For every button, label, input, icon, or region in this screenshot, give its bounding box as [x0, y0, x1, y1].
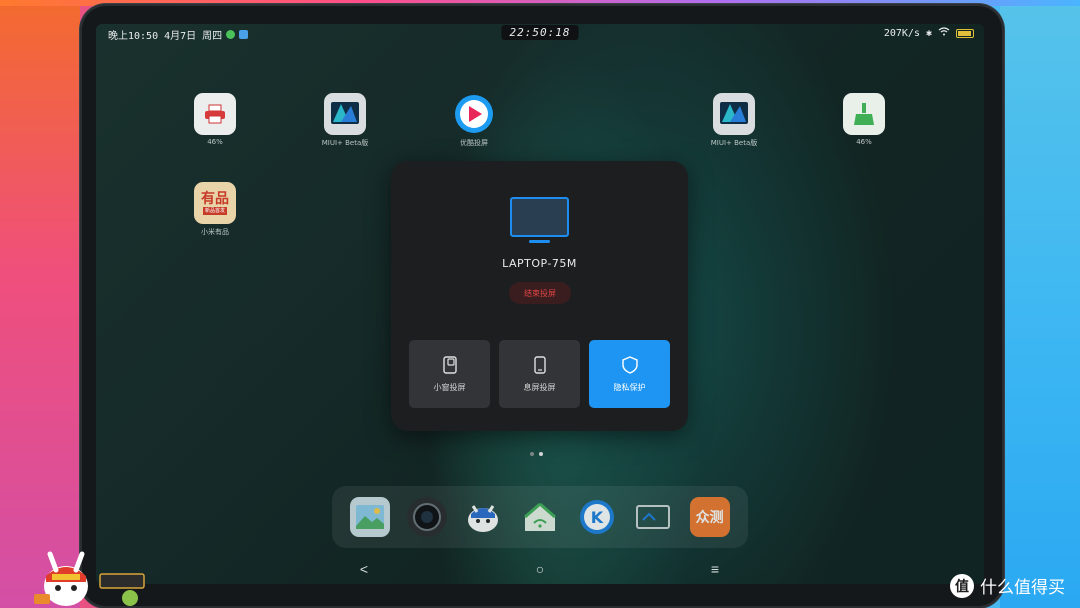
- watermark: 值 什么值得买: [950, 573, 1065, 598]
- bluetooth-icon: ✱: [925, 27, 932, 39]
- home-app-youku-cast[interactable]: 优酷投屏: [439, 93, 509, 148]
- option-privacy-protection[interactable]: 隐私保护: [589, 340, 670, 408]
- android-icon: [226, 30, 236, 39]
- dock: K 众测: [332, 486, 748, 548]
- network-speed: 207K/s: [883, 27, 920, 39]
- message-icon: [239, 30, 249, 39]
- miui-plus-icon: [324, 93, 366, 135]
- app-label: 46%: [856, 138, 872, 146]
- end-cast-button[interactable]: 结束投屏: [509, 282, 571, 304]
- option-label: 息屏投屏: [523, 382, 556, 392]
- page-dot[interactable]: [530, 452, 534, 456]
- wifi-icon: [938, 27, 950, 39]
- watermark-text: 什么值得买: [980, 578, 1065, 598]
- app-label: MIUI+ Beta版: [321, 139, 369, 147]
- phone-screen-off-icon: [533, 355, 546, 374]
- option-screen-off-cast[interactable]: 息屏投屏: [499, 340, 580, 408]
- cast-options: 小窗投屏 息屏投屏 隐私保护: [409, 340, 670, 408]
- home-wifi-icon[interactable]: [520, 497, 560, 537]
- option-label: 隐私保护: [613, 382, 646, 392]
- outer-background-right: [1000, 0, 1080, 608]
- cast-screen-icon[interactable]: [633, 497, 673, 537]
- back-button[interactable]: <: [352, 560, 376, 578]
- status-clock: 22:50:18: [501, 25, 579, 40]
- battery-icon: [956, 28, 974, 38]
- app-label: 优酷投屏: [460, 139, 488, 147]
- mascot-app-icon[interactable]: [463, 497, 503, 537]
- status-left: 晚上10:50 4月7日 周四: [108, 27, 249, 42]
- miui-plus-icon: [713, 93, 755, 135]
- screen-cast-dialog: LAPTOP-75M 结束投屏 小窗投屏 息屏投屏 隐私保护: [391, 161, 688, 431]
- home-app-miui-plus-2[interactable]: MIUI+ Beta版: [699, 93, 769, 148]
- monitor-icon: [510, 197, 569, 237]
- home-app-miui-plus[interactable]: MIUI+ Beta版: [310, 93, 380, 148]
- youpin-tile-subtext: 新品首发: [202, 207, 227, 215]
- status-right: 207K/s ✱: [884, 27, 974, 39]
- mascot-sticker: [30, 544, 148, 608]
- navigation-bar: < ○ ≡: [96, 554, 984, 584]
- app-label: 小米有品: [201, 228, 229, 236]
- broom-icon: [843, 93, 885, 135]
- zhongce-icon[interactable]: 众测: [689, 497, 730, 537]
- home-button[interactable]: ○: [528, 560, 552, 578]
- home-app-cleaner[interactable]: 46%: [829, 93, 899, 146]
- status-date: 晚上10:50 4月7日 周四: [108, 31, 223, 42]
- gallery-icon[interactable]: [350, 497, 391, 537]
- status-bar: 晚上10:50 4月7日 周四 22:50:18 207K/s ✱: [96, 24, 984, 42]
- printer-icon: [194, 93, 236, 135]
- small-window-icon: [442, 355, 457, 374]
- page-indicator: [530, 452, 543, 456]
- home-app-youpin[interactable]: 有品 新品首发 小米有品: [180, 182, 250, 237]
- zhongce-icon-text: 众测: [695, 510, 724, 526]
- recents-button[interactable]: ≡: [703, 560, 727, 578]
- camera-icon[interactable]: [406, 497, 447, 537]
- page-dot-active[interactable]: [539, 452, 543, 456]
- app-label: 46%: [207, 138, 223, 146]
- option-small-window[interactable]: 小窗投屏: [409, 340, 490, 408]
- youpin-tile-text: 有品: [201, 191, 229, 207]
- shield-icon: [621, 355, 638, 374]
- watermark-badge: 值: [950, 573, 974, 598]
- home-app-printer[interactable]: 46%: [180, 93, 250, 146]
- option-label: 小窗投屏: [433, 382, 466, 392]
- svg-text:K: K: [590, 508, 603, 527]
- monitor-stand: [529, 240, 550, 243]
- play-icon: [453, 93, 495, 135]
- app-label: MIUI+ Beta版: [710, 139, 758, 147]
- device-name: LAPTOP-75M: [502, 257, 577, 270]
- k-app-icon[interactable]: K: [577, 497, 617, 537]
- outer-background-left: [0, 0, 80, 608]
- youpin-icon: 有品 新品首发: [194, 182, 236, 224]
